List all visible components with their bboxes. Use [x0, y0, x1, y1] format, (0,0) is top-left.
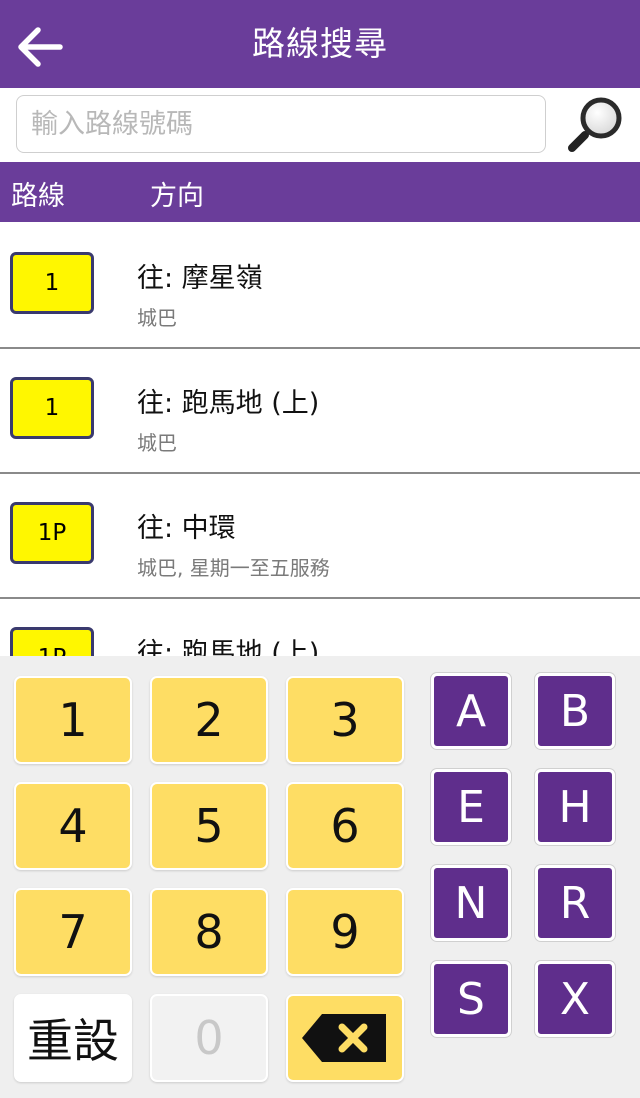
route-row[interactable]: 1P 往: 中環 城巴, 星期一至五服務	[0, 472, 640, 599]
key-h[interactable]: H	[535, 769, 615, 845]
key-7[interactable]: 7	[14, 888, 132, 976]
page-title: 路線搜尋	[252, 24, 388, 63]
route-row[interactable]: 1 往: 跑馬地 (上) 城巴	[0, 347, 640, 474]
key-e[interactable]: E	[431, 769, 511, 845]
key-r[interactable]: R	[535, 865, 615, 941]
key-2[interactable]: 2	[150, 676, 268, 764]
route-destination: 往: 跑馬地 (上)	[137, 638, 320, 656]
key-9[interactable]: 9	[286, 888, 404, 976]
key-5[interactable]: 5	[150, 782, 268, 870]
key-8[interactable]: 8	[150, 888, 268, 976]
route-keypad: 1 2 3 4 5 6 7 8 9 重設 0 A B E H N R S X	[0, 656, 640, 1098]
column-route-label: 路線	[11, 181, 65, 212]
route-row[interactable]: 1 往: 摩星嶺 城巴	[0, 222, 640, 349]
column-header: 路線 方向	[0, 162, 640, 222]
key-b[interactable]: B	[535, 673, 615, 749]
search-bar	[0, 88, 640, 162]
search-button[interactable]	[566, 94, 626, 154]
route-operator-info: 城巴, 星期一至五服務	[137, 556, 330, 580]
route-number-badge: 1P	[10, 627, 94, 656]
key-s[interactable]: S	[431, 961, 511, 1037]
key-4[interactable]: 4	[14, 782, 132, 870]
route-destination: 往: 中環	[137, 513, 236, 544]
route-search-input[interactable]	[16, 95, 546, 153]
key-1[interactable]: 1	[14, 676, 132, 764]
key-x[interactable]: X	[535, 961, 615, 1037]
key-3[interactable]: 3	[286, 676, 404, 764]
route-operator-info: 城巴	[137, 306, 177, 330]
backspace-icon	[302, 1014, 386, 1062]
key-0[interactable]: 0	[150, 994, 268, 1082]
route-list[interactable]: 1 往: 摩星嶺 城巴 1 往: 跑馬地 (上) 城巴 1P 往: 中環 城巴,…	[0, 222, 640, 656]
backspace-button[interactable]	[286, 994, 404, 1082]
key-a[interactable]: A	[431, 673, 511, 749]
route-number-badge: 1	[10, 252, 94, 314]
route-destination: 往: 跑馬地 (上)	[137, 388, 320, 419]
route-row[interactable]: 1P 往: 跑馬地 (上) 城巴	[0, 597, 640, 656]
app-header: 路線搜尋	[0, 0, 640, 88]
route-number-badge: 1P	[10, 502, 94, 564]
key-6[interactable]: 6	[286, 782, 404, 870]
column-direction-label: 方向	[150, 181, 204, 212]
route-operator-info: 城巴	[137, 431, 177, 455]
reset-button[interactable]: 重設	[14, 994, 132, 1082]
magnifier-icon	[568, 97, 622, 152]
route-number-badge: 1	[10, 377, 94, 439]
key-n[interactable]: N	[431, 865, 511, 941]
route-destination: 往: 摩星嶺	[137, 263, 263, 294]
